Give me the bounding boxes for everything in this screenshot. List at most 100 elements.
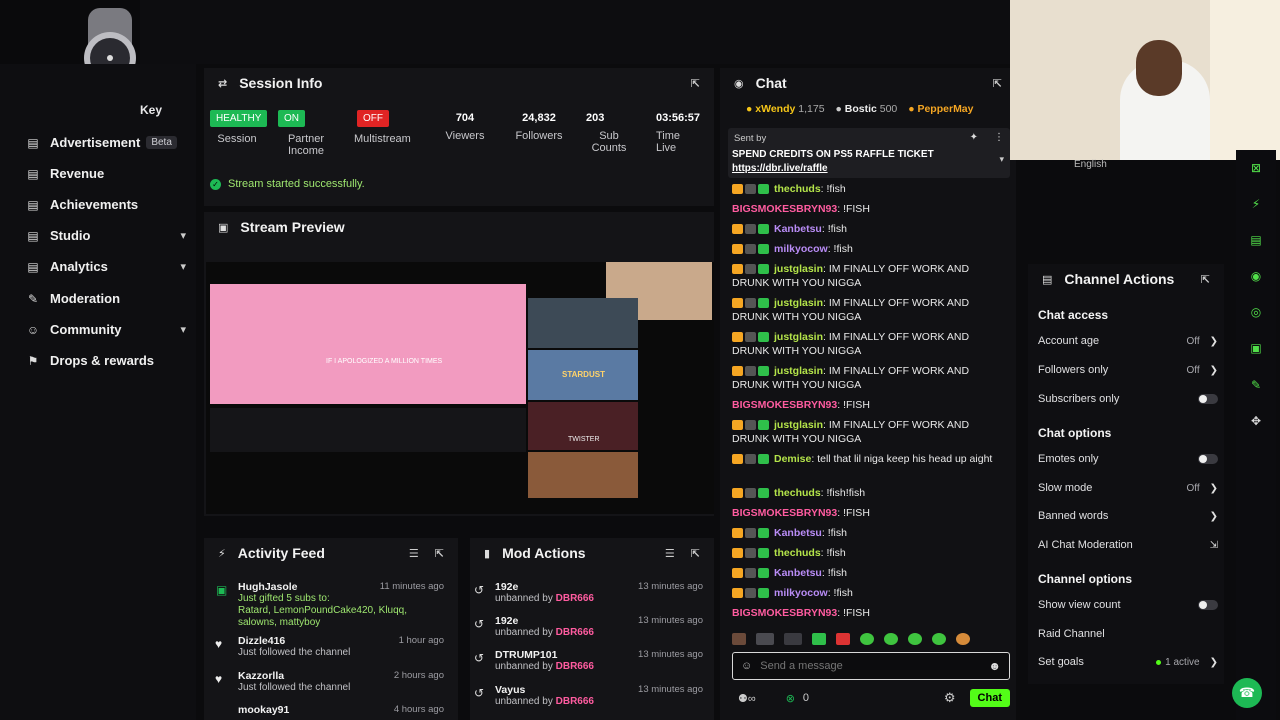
show-view-count-toggle[interactable]	[1198, 600, 1218, 610]
filter-icon[interactable]: ☰	[409, 547, 419, 560]
chat-message[interactable]: justglasin: IM FINALLY OFF WORK AND DRUN…	[732, 262, 1002, 290]
emote-icon[interactable]	[732, 633, 746, 645]
pinned-message[interactable]: Sent by ✦ ⋮ SPEND CREDITS ON PS5 RAFFLE …	[728, 128, 1010, 178]
chat-message[interactable]: BIGSMOKESBRYN93: !FISH	[732, 398, 1002, 412]
sidebar-partial-item[interactable]: Key	[140, 103, 162, 117]
gear-icon[interactable]: ⚙	[944, 690, 956, 706]
chat-message[interactable]: Demise: tell that lil niga keep his head…	[732, 452, 1002, 466]
popout-icon[interactable]: ⇱	[435, 547, 444, 560]
sidebar-item-drops[interactable]: ⚑ Drops & rewards	[26, 353, 186, 368]
chat-message[interactable]: milkyocow: !fish	[732, 586, 1002, 600]
chat-username[interactable]: justglasin	[774, 419, 823, 431]
close-icon[interactable]: ⊠	[1246, 158, 1266, 178]
stream-video[interactable]: IF I APOLOGIZED A MILLION TIMES STARDUST…	[206, 262, 714, 514]
subscribers-only-toggle[interactable]	[1198, 394, 1218, 404]
chat-message[interactable]: BIGSMOKESBRYN93: !FISH	[732, 506, 1002, 520]
popout-icon[interactable]: ⇱	[691, 547, 700, 560]
emote-icon[interactable]	[784, 633, 802, 645]
chevron-down-icon[interactable]: ▾	[999, 154, 1004, 165]
chat-username[interactable]: justglasin	[774, 331, 823, 343]
row-account-age[interactable]: Account age Off ❯	[1038, 335, 1218, 347]
chat-message[interactable]: justglasin: IM FINALLY OFF WORK AND DRUN…	[732, 330, 1002, 358]
emote-icon[interactable]	[756, 633, 774, 645]
row-set-goals[interactable]: Set goals 1 active ❯	[1038, 656, 1218, 668]
chat-username[interactable]: Kanbetsu	[774, 567, 822, 579]
chat-message[interactable]: Kanbetsu: !fish	[732, 566, 1002, 580]
pinned-link[interactable]: https://dbr.live/raffle	[732, 163, 828, 174]
layout-icon[interactable]: ▣	[1246, 338, 1266, 358]
sidebar-item-achievements[interactable]: ▤ Achievements	[26, 197, 186, 212]
emote-icon[interactable]	[860, 633, 874, 645]
sidebar-item-studio[interactable]: ▤ Studio ▾	[26, 228, 186, 243]
row-subscribers-only[interactable]: Subscribers only	[1038, 393, 1218, 405]
emote-icon[interactable]	[836, 633, 850, 645]
row-emotes-only[interactable]: Emotes only	[1038, 453, 1218, 465]
chat-bubble-icon[interactable]: ◉	[1246, 266, 1266, 286]
chat-message[interactable]: BIGSMOKESBRYN93: !FISH	[732, 202, 1002, 216]
chat-username[interactable]: thechuds	[774, 487, 821, 499]
chat-username[interactable]: BIGSMOKESBRYN93	[732, 507, 837, 519]
chat-message[interactable]: justglasin: IM FINALLY OFF WORK AND DRUN…	[732, 296, 1002, 324]
emotes-only-toggle[interactable]	[1198, 454, 1218, 464]
pin-icon[interactable]: ✦	[970, 132, 978, 143]
popout-icon[interactable]: ⇱	[1201, 273, 1210, 286]
support-button[interactable]: ☎	[1232, 678, 1262, 708]
stat-partner-income[interactable]: ON Partner Income	[278, 110, 336, 157]
chat-message[interactable]: Kanbetsu: !fish	[732, 222, 1002, 236]
sidebar-item-advertisement[interactable]: ▤ Advertisement Beta	[26, 135, 186, 150]
chat-username[interactable]: milkyocow	[774, 243, 828, 255]
sidebar-item-community[interactable]: ☺ Community ▾	[26, 322, 186, 337]
wrench-icon[interactable]: ✎	[1246, 375, 1266, 395]
emote-icon[interactable]	[908, 633, 922, 645]
popout-icon[interactable]: ⇱	[993, 77, 1002, 90]
sidebar-item-moderation[interactable]: ✎ Moderation	[26, 291, 186, 306]
video-icon: ▣	[218, 221, 229, 234]
chat-message[interactable]: thechuds: !fish	[732, 182, 1002, 196]
emoji-icon[interactable]: ☺	[741, 660, 752, 672]
row-slow-mode[interactable]: Slow mode Off ❯	[1038, 482, 1218, 494]
broadcast-icon[interactable]: ◎	[1246, 302, 1266, 322]
chat-username[interactable]: thechuds	[774, 547, 821, 559]
chat-message[interactable]: milkyocow: !fish	[732, 242, 1002, 256]
filter-icon[interactable]: ☰	[665, 547, 675, 560]
chat-message[interactable]: justglasin: IM FINALLY OFF WORK AND DRUN…	[732, 364, 1002, 392]
sidebar-item-revenue[interactable]: ▤ Revenue	[26, 166, 186, 181]
users-icon[interactable]: ⚉∞	[738, 692, 756, 705]
chat-username[interactable]: Kanbetsu	[774, 223, 822, 235]
chat-message[interactable]: justglasin: IM FINALLY OFF WORK AND DRUN…	[732, 418, 1002, 446]
chat-username[interactable]: BIGSMOKESBRYN93	[732, 399, 837, 411]
chat-username[interactable]: Kanbetsu	[774, 527, 822, 539]
popout-icon[interactable]: ⇱	[691, 77, 700, 90]
chat-username[interactable]: justglasin	[774, 365, 823, 377]
chat-username[interactable]: BIGSMOKESBRYN93	[732, 203, 837, 215]
row-banned-words[interactable]: Banned words ❯	[1038, 510, 1218, 522]
chat-username[interactable]: BIGSMOKESBRYN93	[732, 607, 837, 619]
chat-input[interactable]	[760, 660, 989, 672]
chat-input-box[interactable]: ☺ ☻	[732, 652, 1010, 680]
smile-icon[interactable]: ☻	[988, 659, 1001, 673]
chat-username[interactable]: milkyocow	[774, 587, 828, 599]
chat-username[interactable]: Demise	[774, 453, 811, 465]
more-icon[interactable]: ⋮	[994, 132, 1004, 143]
emote-icon[interactable]	[812, 633, 826, 645]
emote-icon[interactable]	[884, 633, 898, 645]
emote-icon[interactable]	[932, 633, 946, 645]
document-icon[interactable]: ▤	[1246, 230, 1266, 250]
row-raid-channel[interactable]: Raid Channel	[1038, 628, 1218, 640]
emote-icon[interactable]	[956, 633, 970, 645]
chat-username[interactable]: thechuds	[774, 183, 821, 195]
chat-send-button[interactable]: Chat	[969, 689, 1010, 707]
sidebar-item-analytics[interactable]: ▤ Analytics ▾	[26, 259, 186, 274]
bolt-icon[interactable]: ⚡	[1246, 194, 1266, 214]
chat-message[interactable]: Kanbetsu: !fish	[732, 526, 1002, 540]
puzzle-icon[interactable]: ✥	[1246, 411, 1266, 431]
chat-message[interactable]: thechuds: !fish	[732, 546, 1002, 560]
row-followers-only[interactable]: Followers only Off ❯	[1038, 364, 1218, 376]
row-ai-moderation[interactable]: AI Chat Moderation ⇲	[1038, 539, 1218, 551]
chat-message[interactable]: BIGSMOKESBRYN93: !FISH	[732, 606, 1002, 620]
row-show-view-count[interactable]: Show view count	[1038, 599, 1218, 611]
chat-username[interactable]: justglasin	[774, 297, 823, 309]
stat-multistream[interactable]: OFF Multistream	[354, 110, 424, 145]
chat-username[interactable]: justglasin	[774, 263, 823, 275]
chat-message[interactable]: thechuds: !fish!fish	[732, 486, 1002, 500]
